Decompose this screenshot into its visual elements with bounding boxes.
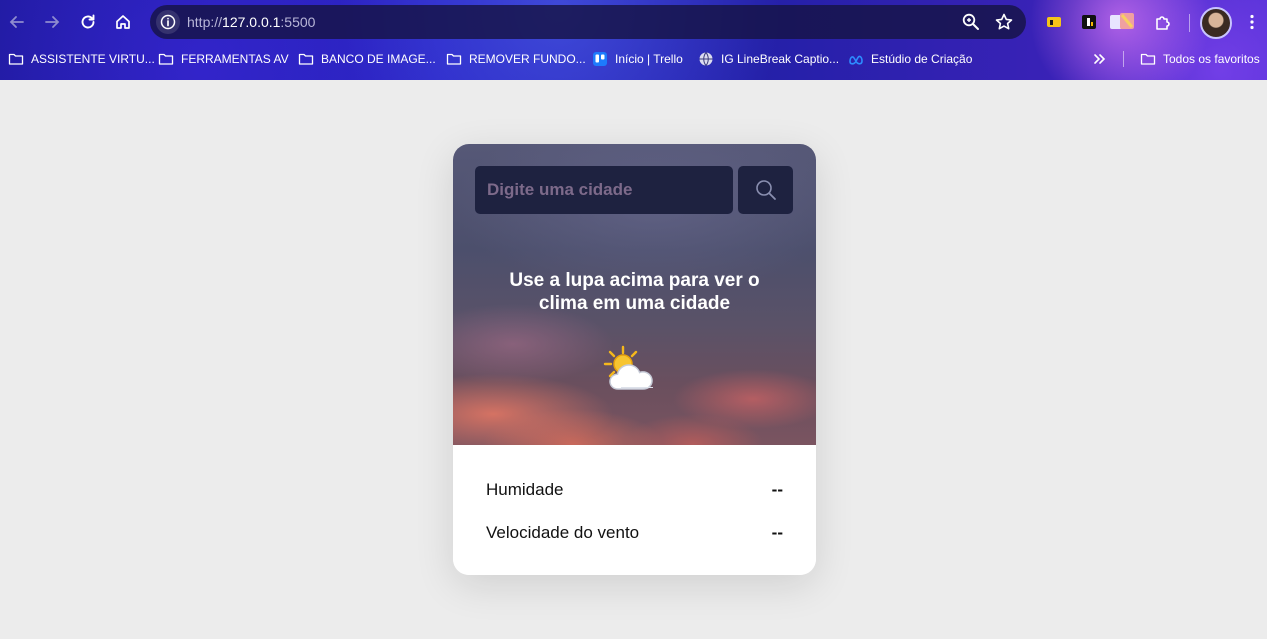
search-button[interactable] bbox=[738, 166, 793, 214]
bookmark-label: Todos os favoritos bbox=[1163, 52, 1260, 66]
url-text: http://127.0.0.1:5500 bbox=[187, 14, 315, 30]
bookmark-folder[interactable]: ASSISTENTE VIRTU... bbox=[8, 47, 155, 71]
arrow-right-icon bbox=[45, 16, 60, 28]
humidity-label: Humidade bbox=[486, 480, 564, 499]
folder-icon bbox=[298, 53, 314, 65]
bookmark-label: FERRAMENTAS AV bbox=[181, 52, 289, 66]
url-scheme: http:// bbox=[187, 14, 223, 30]
bookmark-label: Estúdio de Criação bbox=[871, 52, 973, 66]
browser-chrome: http://127.0.0.1:5500 ASSISTENTE VIRTU..… bbox=[0, 0, 1267, 80]
bookmarks-divider bbox=[1123, 51, 1124, 67]
magnifier-icon bbox=[755, 180, 776, 200]
reload-button[interactable] bbox=[73, 7, 103, 37]
info-icon bbox=[160, 14, 176, 30]
folder-icon bbox=[8, 53, 24, 65]
bookmark-meta-studio[interactable]: Estúdio de Criação bbox=[848, 47, 972, 71]
url-host: 127.0.0.1 bbox=[222, 14, 281, 30]
profile-avatar[interactable] bbox=[1200, 7, 1232, 39]
extension-dark-icon bbox=[1082, 15, 1096, 29]
menu-button[interactable] bbox=[1242, 12, 1262, 32]
site-info-button[interactable] bbox=[156, 10, 180, 34]
extension-3-button[interactable] bbox=[1108, 12, 1136, 32]
bookmark-label: BANCO DE IMAGE... bbox=[321, 52, 436, 66]
hint-text: Use a lupa acima para ver o clima em uma… bbox=[509, 270, 760, 314]
extensions-button[interactable] bbox=[1153, 12, 1173, 32]
extension-2-button[interactable] bbox=[1079, 12, 1099, 32]
bookmark-label: IG LineBreak Captio... bbox=[721, 52, 840, 66]
meta-icon bbox=[849, 55, 863, 65]
address-bar[interactable]: http://127.0.0.1:5500 bbox=[150, 5, 1026, 39]
all-bookmarks-folder[interactable]: Todos os favoritos bbox=[1140, 47, 1260, 71]
humidity-value: -- bbox=[771, 480, 783, 499]
wind-speed-value: -- bbox=[771, 523, 783, 542]
url-port: :5500 bbox=[280, 14, 316, 30]
humidity-row: Humidade -- bbox=[486, 478, 783, 502]
arrow-left-icon bbox=[9, 16, 24, 28]
bookmark-label: REMOVER FUNDO... bbox=[469, 52, 586, 66]
bookmark-folder[interactable]: REMOVER FUNDO... bbox=[446, 47, 586, 71]
bookmark-label: ASSISTENTE VIRTU... bbox=[31, 52, 155, 66]
sun-behind-cloud-icon bbox=[603, 345, 653, 390]
city-search-input[interactable] bbox=[475, 166, 733, 214]
back-button[interactable] bbox=[2, 7, 32, 37]
puzzle-icon bbox=[1156, 16, 1170, 30]
extension-color-icon bbox=[1110, 13, 1134, 29]
bookmark-linebreak[interactable]: IG LineBreak Captio... bbox=[698, 47, 839, 71]
weather-card: Use a lupa acima para ver o clima em uma… bbox=[453, 144, 816, 575]
home-button[interactable] bbox=[108, 7, 138, 37]
weather-stats: Humidade -- Velocidade do vento -- bbox=[453, 445, 816, 575]
folder-icon bbox=[158, 53, 174, 65]
kebab-menu-icon bbox=[1250, 14, 1254, 30]
toolbar-divider bbox=[1189, 14, 1190, 32]
wind-speed-row: Velocidade do vento -- bbox=[486, 521, 783, 545]
browser-toolbar: http://127.0.0.1:5500 bbox=[0, 5, 1267, 39]
bookmark-folder[interactable]: FERRAMENTAS AV bbox=[158, 47, 289, 71]
wind-speed-label: Velocidade do vento bbox=[486, 523, 640, 542]
double-chevron-icon bbox=[1094, 54, 1106, 64]
reload-icon bbox=[81, 14, 95, 29]
weather-hero: Use a lupa acima para ver o clima em uma… bbox=[453, 144, 816, 445]
bookmark-trello[interactable]: Início | Trello bbox=[592, 47, 683, 71]
more-bookmarks-button[interactable] bbox=[1092, 47, 1108, 71]
folder-icon bbox=[446, 53, 462, 65]
extension-badge-icon bbox=[1047, 17, 1061, 27]
home-icon bbox=[116, 15, 130, 29]
folder-icon bbox=[1140, 53, 1156, 65]
bookmarks-bar: ASSISTENTE VIRTU... FERRAMENTAS AV BANCO… bbox=[0, 47, 1267, 71]
forward-button[interactable] bbox=[37, 7, 67, 37]
bookmark-label: Início | Trello bbox=[615, 52, 683, 66]
globe-icon bbox=[699, 52, 713, 66]
star-icon[interactable] bbox=[994, 12, 1014, 32]
trello-icon bbox=[593, 52, 607, 66]
extension-1-button[interactable] bbox=[1044, 12, 1064, 32]
bookmark-folder[interactable]: BANCO DE IMAGE... bbox=[298, 47, 436, 71]
zoom-icon[interactable] bbox=[961, 12, 981, 32]
